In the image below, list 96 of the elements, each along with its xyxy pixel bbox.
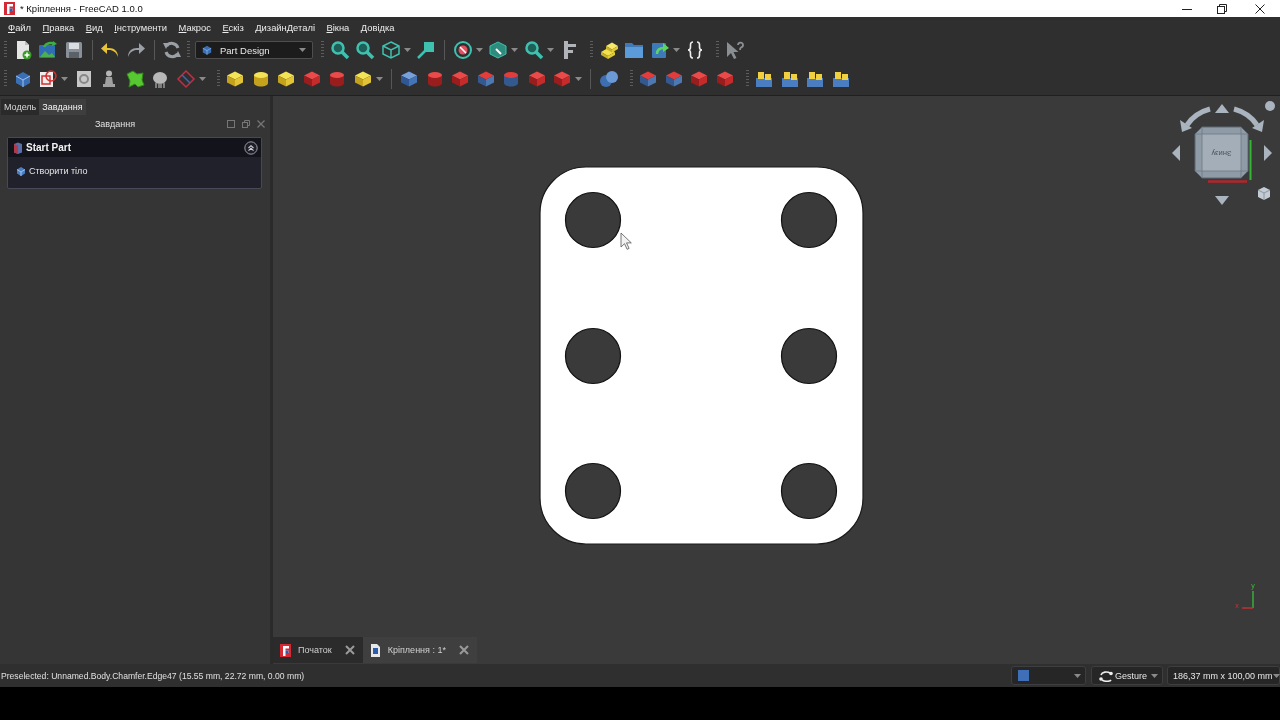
hole [564,327,622,385]
style-dropdown[interactable] [1011,666,1086,685]
ring-icon[interactable] [452,40,473,60]
menu-item[interactable]: ДизайнДеталі [255,21,315,33]
caret-icon[interactable] [672,48,680,52]
caret-icon[interactable] [511,48,518,52]
cube-icon[interactable] [380,40,401,60]
app-logo-icon [280,643,291,657]
menu-item[interactable]: Вікна [326,21,350,33]
task-action[interactable]: Створити тіло [16,164,88,178]
menu-item[interactable]: Вид [85,21,103,33]
caret-icon[interactable] [198,77,206,81]
toolbar-handle[interactable] [745,70,749,88]
caret-icon[interactable] [375,77,383,81]
toolbar-handle[interactable] [321,41,324,59]
blob-icon[interactable] [124,69,145,89]
toolbar-handle[interactable] [590,41,593,59]
pattern-icon[interactable] [754,69,775,89]
caret-icon[interactable] [475,48,483,52]
save-icon[interactable] [63,40,84,60]
box-icon [13,141,23,154]
caret-icon[interactable] [546,48,554,52]
curved-arrows-icon [1099,669,1113,682]
spheres-icon[interactable] [598,69,619,89]
cube-icon[interactable] [1257,187,1271,201]
document-icon [369,643,381,657]
menu-item[interactable]: Інструменти [114,21,168,33]
toolbar-handle[interactable] [4,41,7,59]
document-tab[interactable]: Кріплення : 1* [362,637,477,663]
block-icon[interactable] [352,69,373,89]
panel-tab[interactable]: Модель [1,99,40,115]
menu-item[interactable]: Довідка [360,21,395,33]
hole [564,191,622,249]
hexagon-icon[interactable] [488,40,509,60]
pattern-icon[interactable] [779,69,800,89]
block-icon[interactable] [399,69,420,89]
block-icon[interactable] [225,69,246,89]
block-icon[interactable] [276,69,297,89]
folder-icon[interactable] [624,40,645,60]
workbench-dropdown[interactable]: Part Design [195,41,313,59]
sketch-icon[interactable] [38,69,59,89]
panel-title: Завдання [93,118,137,129]
pattern-icon[interactable] [805,69,826,89]
zoom-icon[interactable] [523,40,544,60]
restore-icon[interactable] [1217,3,1227,14]
up-arrow-icon[interactable] [1215,104,1229,113]
panel-tab[interactable]: Завдання [39,99,86,115]
hole [780,462,838,520]
caret-icon [1272,673,1280,678]
double-chevron-icon[interactable] [244,140,258,155]
toolbar-handle[interactable] [216,70,220,88]
open-folder-icon[interactable] [38,40,59,60]
window-title: * Кріплення - FreeCAD 1.0.0 [20,3,143,14]
menu-item[interactable]: Макрос [178,21,211,33]
dimensions-dropdown[interactable]: 186,37 mm x 100,00 mm [1167,666,1280,685]
curved-arrow-icon[interactable] [1180,106,1211,132]
swatch-icon [1018,670,1029,681]
hole [780,327,838,385]
navigation-dropdown[interactable]: Gesture [1091,666,1163,685]
menu-item[interactable]: Файл [8,21,32,33]
solid-icon [201,44,213,56]
blocks-icon[interactable] [598,40,619,60]
zoom-icon[interactable] [355,40,376,60]
square-icon[interactable] [227,119,235,128]
menu-item[interactable]: Правка [42,21,75,33]
pin-icon[interactable] [416,40,437,60]
hole [780,191,838,249]
curved-arrow-icon[interactable] [1233,106,1264,132]
left-arrow-icon[interactable] [1172,145,1180,161]
refresh-icon[interactable] [162,40,183,60]
help-icon[interactable] [724,40,745,60]
caret-icon[interactable] [403,48,411,52]
toolbar-handle[interactable] [716,41,719,59]
task-panel-title: Start Part [26,142,71,153]
axis-lines [1241,590,1254,609]
caret-icon [299,48,306,52]
toolbar-handle[interactable] [187,41,190,59]
caret-icon[interactable] [575,77,582,81]
arrow-box-icon[interactable] [649,40,670,60]
status-message: Preselected: Unnamed.Body.Chamfer.Edge47 (15.55 mm, 22.72 mm, 0.00 mm) [1,670,305,681]
right-arrow-icon[interactable] [1264,145,1272,161]
menu-dot-icon[interactable] [1265,101,1275,111]
hole [564,462,622,520]
zoom-icon[interactable] [329,40,350,60]
cursor-icon [620,232,632,250]
solid-icon [16,166,26,176]
caret-icon [1151,673,1158,678]
down-arrow-icon[interactable] [1215,196,1229,205]
pattern-icon[interactable] [830,69,851,89]
caret-icon[interactable] [61,77,68,81]
document-tab[interactable]: Початок [273,637,363,663]
close-icon[interactable] [1255,3,1265,14]
menu-item[interactable]: Ескіз [222,21,244,33]
toolbar-handle[interactable] [629,70,633,88]
caret-icon [1074,673,1081,678]
toolbar-handle[interactable] [4,70,7,88]
